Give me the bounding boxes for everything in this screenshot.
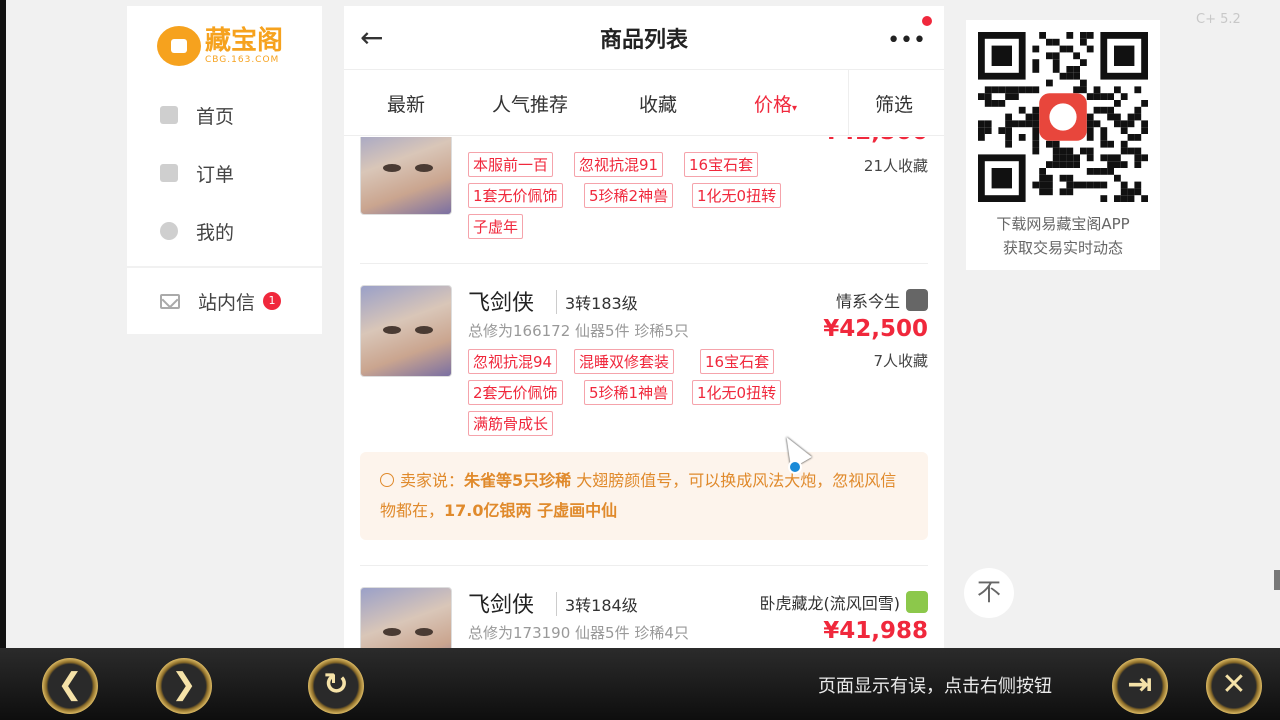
character-stats: 总修为173190 仙器5件 珍稀4只 (468, 624, 689, 642)
tab-filter[interactable]: 筛选 (875, 90, 913, 117)
avatar-eye (415, 326, 433, 334)
home-icon (160, 106, 178, 124)
logo-title: 藏宝阁 (205, 26, 284, 56)
arrow-left-icon[interactable]: ← (360, 24, 390, 54)
sidebar-item-label: 首页 (196, 105, 235, 128)
character-class: 飞剑侠 (468, 593, 535, 618)
character-avatar (360, 587, 452, 648)
forward-button[interactable]: ❯ (156, 658, 212, 714)
favorite-count: 7人收藏 (873, 352, 928, 370)
listing-list: ¥42,500 21人收藏 本服前一百 忽视抗混91 16宝石套 1套无价佩饰 … (344, 137, 944, 648)
character-level: 3转183级 (556, 290, 638, 314)
user-icon (160, 222, 178, 240)
sidebar-item-home[interactable]: 首页 (127, 86, 322, 144)
price: ¥41,988 (823, 618, 928, 644)
tab-price[interactable]: 价格▾ (754, 90, 797, 117)
tag: 子虚年 (468, 214, 524, 239)
character-level: 3转184级 (556, 592, 638, 616)
close-button[interactable]: ✕ (1206, 658, 1262, 714)
refresh-button[interactable]: ↻ (308, 658, 364, 714)
price: ¥42,500 (823, 316, 928, 342)
tab-popular[interactable]: 人气推荐 (492, 90, 568, 117)
sort-tabs: 最新 人气推荐 收藏 价格▾ 筛选 (344, 70, 944, 136)
product-list-panel: ← 商品列表 ••• 最新 人气推荐 收藏 价格▾ 筛选 ¥42,500 21人… (344, 6, 944, 648)
tab-favorites[interactable]: 收藏 (639, 90, 677, 117)
tag: 5珍稀1神兽 (584, 380, 674, 405)
avatar-eye (383, 326, 401, 334)
sidebar-item-label: 站内信 (198, 291, 256, 314)
report-button[interactable]: ⇥ (1112, 658, 1168, 714)
avatar-eye (383, 164, 401, 172)
character-avatar (360, 285, 452, 377)
server-label: 卧虎藏龙(流风回雪) (759, 594, 901, 613)
tab-latest[interactable]: 最新 (387, 90, 425, 117)
avatar-eye (415, 628, 433, 636)
sidebar-item-messages[interactable]: 站内信 1 (127, 268, 322, 334)
logo-subtitle: CBG.163.COM (205, 55, 280, 65)
notification-dot (922, 16, 932, 26)
sidebar-item-label: 订单 (196, 163, 235, 186)
mail-icon (160, 293, 180, 309)
clock-icon (380, 473, 394, 487)
character-stats: 总修为166172 仙器5件 珍稀5只 (468, 322, 689, 340)
qr-code (978, 32, 1148, 202)
tag: 本服前一百 (468, 152, 554, 177)
tag: 忽视抗混94 (468, 349, 558, 374)
tag: 满筋骨成长 (468, 411, 554, 436)
watermark: C+ 5.2 (1196, 12, 1241, 27)
server-label: 情系今生 (835, 292, 900, 311)
cbg-logo[interactable]: 藏宝阁 CBG.163.COM (127, 6, 322, 86)
tag: 1化无0扭转 (692, 183, 782, 208)
qr-caption-line2: 获取交易实时动态 (1002, 239, 1123, 257)
sidebar-item-label: 我的 (196, 221, 235, 244)
seller-note: 卖家说：朱雀等5只珍稀 大翅膀颜值号，可以换成风法大炮，忽视风信物都在，17.0… (360, 452, 928, 540)
tab-divider (848, 70, 849, 136)
order-icon (160, 164, 178, 182)
avatar-eye (415, 164, 433, 172)
apple-icon (906, 289, 928, 311)
seller-highlight: 17.0亿银两 子虚画中仙 (444, 501, 618, 520)
avatar-eye (383, 628, 401, 636)
tag: 16宝石套 (684, 152, 759, 177)
back-button[interactable]: ❮ (42, 658, 98, 714)
seller-label: 卖家说： (400, 471, 465, 490)
tag: 2套无价佩饰 (468, 380, 563, 405)
tag: 16宝石套 (700, 349, 775, 374)
server-name: 情系今生 (836, 288, 928, 312)
tag: 混睡双修套装 (574, 349, 675, 374)
favorite-count: 21人收藏 (863, 157, 928, 175)
price: ¥42,500 (823, 137, 928, 145)
server-name: 卧虎藏龙(流风回雪) (759, 590, 928, 614)
tag: 5珍稀2神兽 (584, 183, 674, 208)
item-divider (360, 263, 928, 264)
seller-highlight: 朱雀等5只珍稀 (464, 471, 572, 490)
item-divider (360, 565, 928, 566)
more-dots-icon[interactable]: ••• (887, 28, 926, 53)
character-avatar (360, 137, 452, 215)
list-item[interactable]: 飞剑侠 3转184级 总修为173190 仙器5件 珍稀4只 卧虎藏龙(流风回雪… (360, 585, 928, 648)
sort-caret-icon: ▾ (792, 103, 798, 114)
error-notice: 页面显示有误，点击右侧按钮 (818, 676, 1052, 697)
page-title: 商品列表 (599, 27, 688, 53)
sidebar-item-orders[interactable]: 订单 (127, 144, 322, 202)
tag: 1化无0扭转 (692, 380, 782, 405)
touch-indicator-icon (788, 460, 802, 474)
top-bar: ← 商品列表 ••• (344, 6, 944, 70)
tab-price-label: 价格 (754, 94, 793, 116)
qr-caption-line1: 下载网易藏宝阁APP (996, 215, 1130, 233)
list-item[interactable]: ¥42,500 21人收藏 本服前一百 忽视抗混91 16宝石套 1套无价佩饰 … (360, 137, 928, 267)
android-icon (906, 591, 928, 613)
browser-bottom-bar: ❮ ❯ ↻ 页面显示有误，点击右侧按钮 ⇥ ✕ (0, 648, 1280, 720)
window-edge (0, 0, 6, 648)
sidebar-item-me[interactable]: 我的 (127, 202, 322, 260)
character-class: 飞剑侠 (468, 291, 535, 316)
treasure-bag-icon (157, 26, 201, 66)
app-download-card[interactable]: 下载网易藏宝阁APP 获取交易实时动态 (966, 20, 1160, 270)
sidebar: 藏宝阁 CBG.163.COM 首页 订单 我的 站内信 1 (127, 6, 322, 334)
unread-badge: 1 (263, 292, 282, 310)
tag: 1套无价佩饰 (468, 183, 563, 208)
scrollbar[interactable] (1274, 570, 1280, 590)
tag: 忽视抗混91 (574, 152, 664, 177)
back-to-top-button[interactable]: 不 (964, 568, 1014, 618)
